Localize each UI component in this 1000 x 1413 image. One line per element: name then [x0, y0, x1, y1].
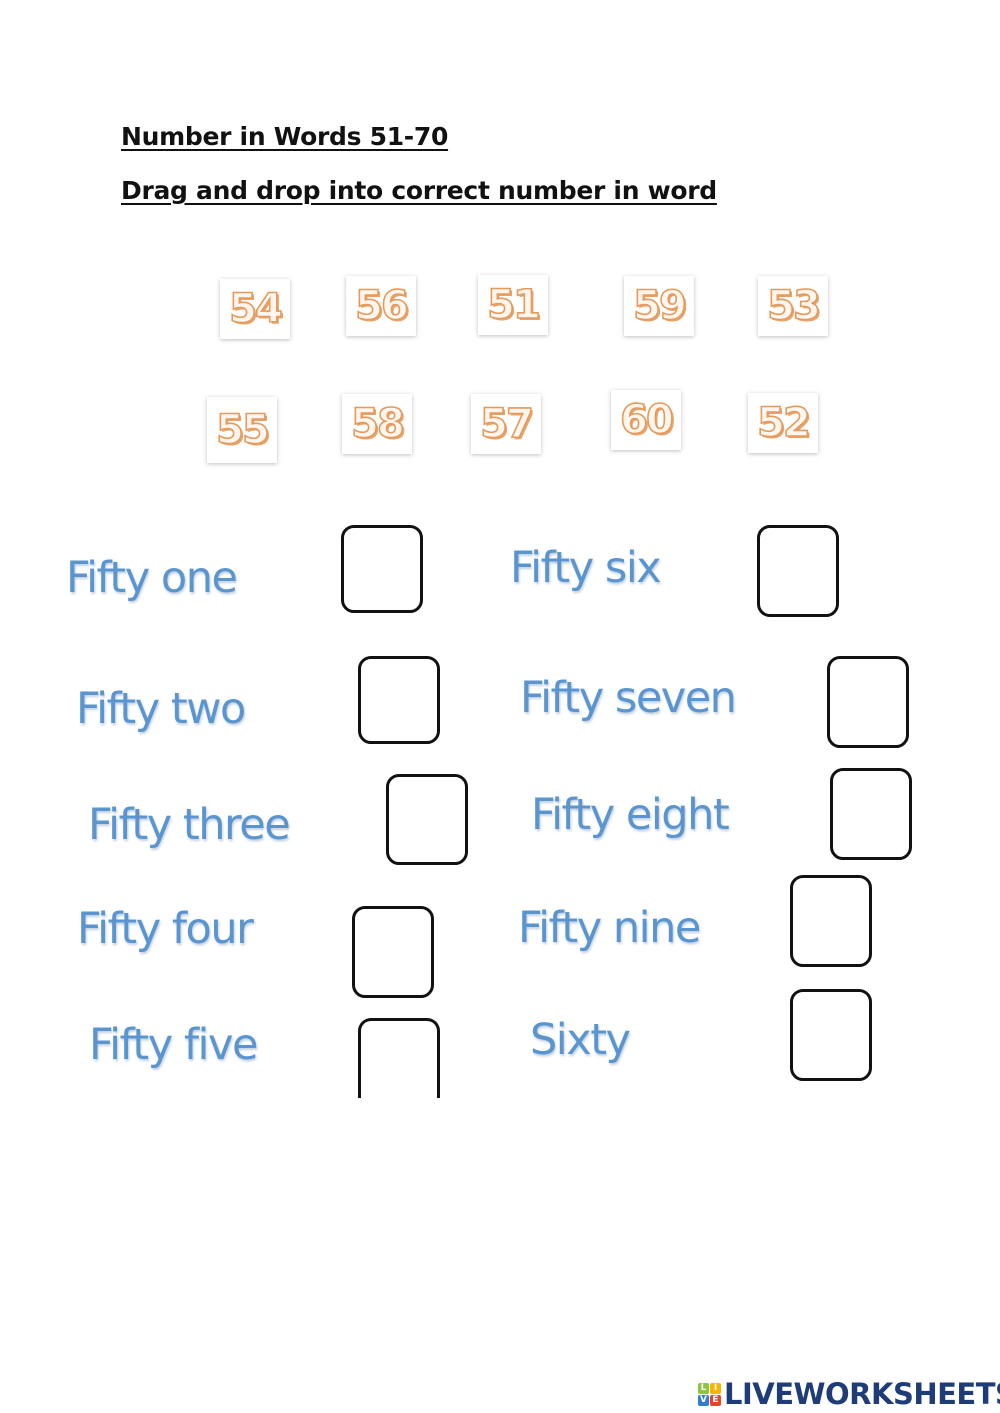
drop-box[interactable] — [830, 768, 912, 860]
tile-number: 59 — [632, 282, 687, 330]
number-tile[interactable]: 55 — [207, 397, 277, 463]
word-label: Fifty four — [77, 904, 254, 954]
word-label: Fifty three — [88, 800, 291, 850]
drop-box[interactable] — [386, 774, 468, 865]
drop-box[interactable] — [790, 989, 872, 1081]
tile-number: 56 — [354, 282, 409, 330]
tile-number: 52 — [756, 399, 811, 447]
word-label: Fifty seven — [520, 673, 737, 723]
number-tile[interactable]: 52 — [748, 393, 818, 453]
tile-number: 57 — [479, 400, 534, 448]
logo-icon: L I V E — [698, 1382, 721, 1406]
number-tile[interactable]: 60 — [611, 390, 681, 450]
drop-box[interactable] — [358, 1018, 440, 1098]
number-tile[interactable]: 53 — [758, 276, 828, 336]
logo-letter: V — [698, 1394, 709, 1406]
word-label: Fifty eight — [531, 790, 730, 840]
tile-number: 54 — [228, 285, 283, 333]
drop-box[interactable] — [341, 525, 423, 613]
number-tile[interactable]: 57 — [471, 394, 541, 454]
drop-box[interactable] — [358, 656, 440, 744]
word-label: Fifty one — [66, 553, 238, 603]
tile-number: 60 — [619, 396, 674, 444]
logo-letter: L — [698, 1382, 709, 1394]
word-label: Fifty two — [76, 684, 246, 734]
tile-number: 51 — [486, 281, 541, 329]
worksheet-title: Number in Words 51-70 — [121, 122, 449, 151]
drop-box[interactable] — [757, 525, 839, 617]
liveworksheets-logo: L I V E LIVEWORKSHEETS — [698, 1377, 1000, 1411]
drop-box[interactable] — [827, 656, 909, 748]
word-label: Sixty — [530, 1015, 631, 1065]
drop-box[interactable] — [790, 875, 872, 967]
word-label: Fifty five — [89, 1020, 258, 1070]
number-tile[interactable]: 58 — [342, 394, 412, 454]
worksheet-instruction: Drag and drop into correct number in wor… — [121, 176, 717, 205]
number-tile[interactable]: 51 — [478, 275, 548, 335]
tile-number: 55 — [215, 406, 270, 454]
tile-number: 58 — [350, 400, 405, 448]
logo-text: LIVEWORKSHEETS — [724, 1377, 1000, 1411]
word-label: Fifty nine — [518, 903, 701, 953]
logo-letter: E — [710, 1394, 721, 1406]
number-tile[interactable]: 54 — [220, 279, 290, 339]
drop-box[interactable] — [352, 906, 434, 998]
word-label: Fifty six — [510, 543, 662, 593]
number-tile[interactable]: 56 — [346, 276, 416, 336]
logo-letter: I — [710, 1382, 721, 1394]
number-tile[interactable]: 59 — [624, 276, 694, 336]
tile-number: 53 — [766, 282, 821, 330]
